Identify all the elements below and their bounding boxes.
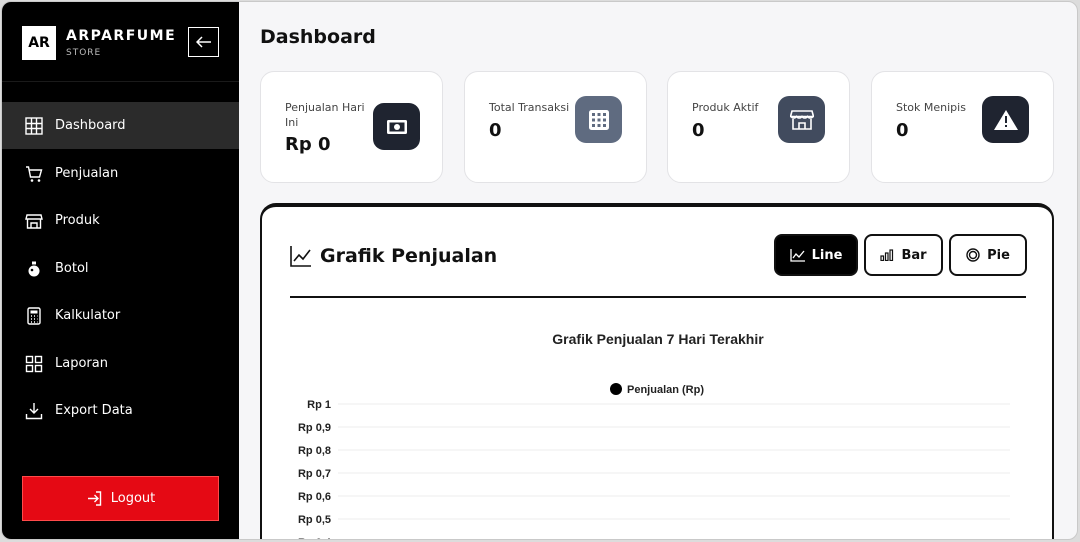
logout-button[interactable]: Logout bbox=[22, 476, 219, 521]
sidebar-item-label: Laporan bbox=[55, 356, 108, 371]
y-tick-label: Rp 0,4 bbox=[298, 537, 332, 540]
sidebar-item-penjualan[interactable]: Penjualan bbox=[2, 150, 239, 197]
warning-icon bbox=[982, 96, 1029, 143]
brand-subtitle: STORE bbox=[66, 48, 102, 58]
arrow-left-icon bbox=[195, 36, 211, 48]
layout-icon bbox=[24, 354, 44, 374]
sidebar-item-kalkulator[interactable]: Kalkulator bbox=[2, 292, 239, 339]
chart-type-bar-label: Bar bbox=[901, 247, 927, 263]
y-tick-label: Rp 0,5 bbox=[298, 514, 331, 526]
stat-value: 0 bbox=[489, 120, 502, 141]
cash-icon bbox=[373, 103, 420, 150]
stat-card-transaksi: Total Transaksi 0 bbox=[464, 71, 647, 183]
y-tick-label: Rp 0,7 bbox=[298, 468, 331, 480]
sidebar-item-dashboard[interactable]: Dashboard bbox=[2, 102, 239, 149]
stat-card-stok-menipis: Stok Menipis 0 bbox=[871, 71, 1054, 183]
download-icon bbox=[24, 401, 44, 421]
line-chart-icon bbox=[789, 248, 805, 262]
sidebar-item-label: Botol bbox=[55, 261, 89, 276]
chart-divider bbox=[290, 296, 1026, 298]
stat-label: Total Transaksi bbox=[489, 101, 570, 114]
logout-label: Logout bbox=[110, 491, 156, 506]
stat-card-produk-aktif: Produk Aktif 0 bbox=[667, 71, 850, 183]
stat-label: Produk Aktif bbox=[692, 101, 759, 114]
y-tick-label: Rp 0,9 bbox=[298, 422, 331, 434]
stat-value: 0 bbox=[896, 120, 909, 141]
store-icon bbox=[778, 96, 825, 143]
store-icon bbox=[24, 211, 44, 231]
sidebar-item-label: Export Data bbox=[55, 403, 133, 418]
sidebar-item-produk[interactable]: Produk bbox=[2, 197, 239, 244]
sidebar-item-label: Kalkulator bbox=[55, 308, 121, 323]
brand: AR ARPARFUME STORE bbox=[2, 2, 239, 82]
page-title: Dashboard bbox=[260, 26, 376, 48]
line-chart-icon bbox=[290, 246, 311, 267]
chart-type-pie-label: Pie bbox=[987, 247, 1010, 263]
sidebar-item-botol[interactable]: Botol bbox=[2, 245, 239, 292]
y-tick-label: Rp 0,8 bbox=[298, 445, 331, 457]
pie-chart-icon bbox=[966, 248, 980, 262]
calculator-icon bbox=[24, 306, 44, 326]
brand-logo: AR bbox=[22, 26, 56, 60]
sales-line-chart: Grafik Penjualan 7 Hari Terakhir Penjuala… bbox=[298, 331, 1010, 540]
logout-icon bbox=[87, 491, 101, 506]
legend-marker bbox=[610, 383, 622, 395]
chart-type-bar-button[interactable]: Bar bbox=[864, 234, 943, 276]
stat-card-penjualan: Penjualan Hari Ini Rp 0 bbox=[260, 71, 443, 183]
y-tick-label: Rp 1 bbox=[307, 399, 331, 411]
sidebar-item-label: Produk bbox=[55, 213, 100, 228]
chart-section-title: Grafik Penjualan bbox=[320, 245, 498, 267]
sidebar-item-label: Dashboard bbox=[55, 118, 126, 133]
chart-type-line-label: Line bbox=[811, 247, 843, 263]
bottle-icon bbox=[24, 259, 44, 279]
chart-title: Grafik Penjualan 7 Hari Terakhir bbox=[552, 331, 764, 347]
cart-icon bbox=[24, 164, 44, 184]
sidebar-item-label: Penjualan bbox=[55, 166, 119, 181]
bar-chart-icon bbox=[880, 249, 894, 261]
y-tick-label: Rp 0,6 bbox=[298, 491, 331, 503]
stat-value: 0 bbox=[692, 120, 705, 141]
sidebar-item-export-data[interactable]: Export Data bbox=[2, 387, 239, 434]
app-window: AR ARPARFUME STORE Dashboard Penjualan P… bbox=[1, 1, 1078, 540]
sidebar-item-laporan[interactable]: Laporan bbox=[2, 340, 239, 387]
sales-chart-card: Grafik Penjualan Line Bar Pie Grafik Pen… bbox=[260, 203, 1054, 540]
chart-type-line-button[interactable]: Line bbox=[774, 234, 858, 276]
sidebar: AR ARPARFUME STORE Dashboard Penjualan P… bbox=[2, 2, 239, 539]
chart-type-pie-button[interactable]: Pie bbox=[949, 234, 1027, 276]
stat-value: Rp 0 bbox=[285, 134, 331, 155]
calculator-icon bbox=[575, 96, 622, 143]
stat-label: Penjualan Hari Ini bbox=[285, 101, 365, 129]
collapse-sidebar-button[interactable] bbox=[188, 27, 219, 57]
grid-icon bbox=[24, 116, 44, 136]
legend-label: Penjualan (Rp) bbox=[627, 384, 704, 396]
brand-name: ARPARFUME bbox=[66, 28, 177, 44]
stat-label: Stok Menipis bbox=[896, 101, 966, 114]
